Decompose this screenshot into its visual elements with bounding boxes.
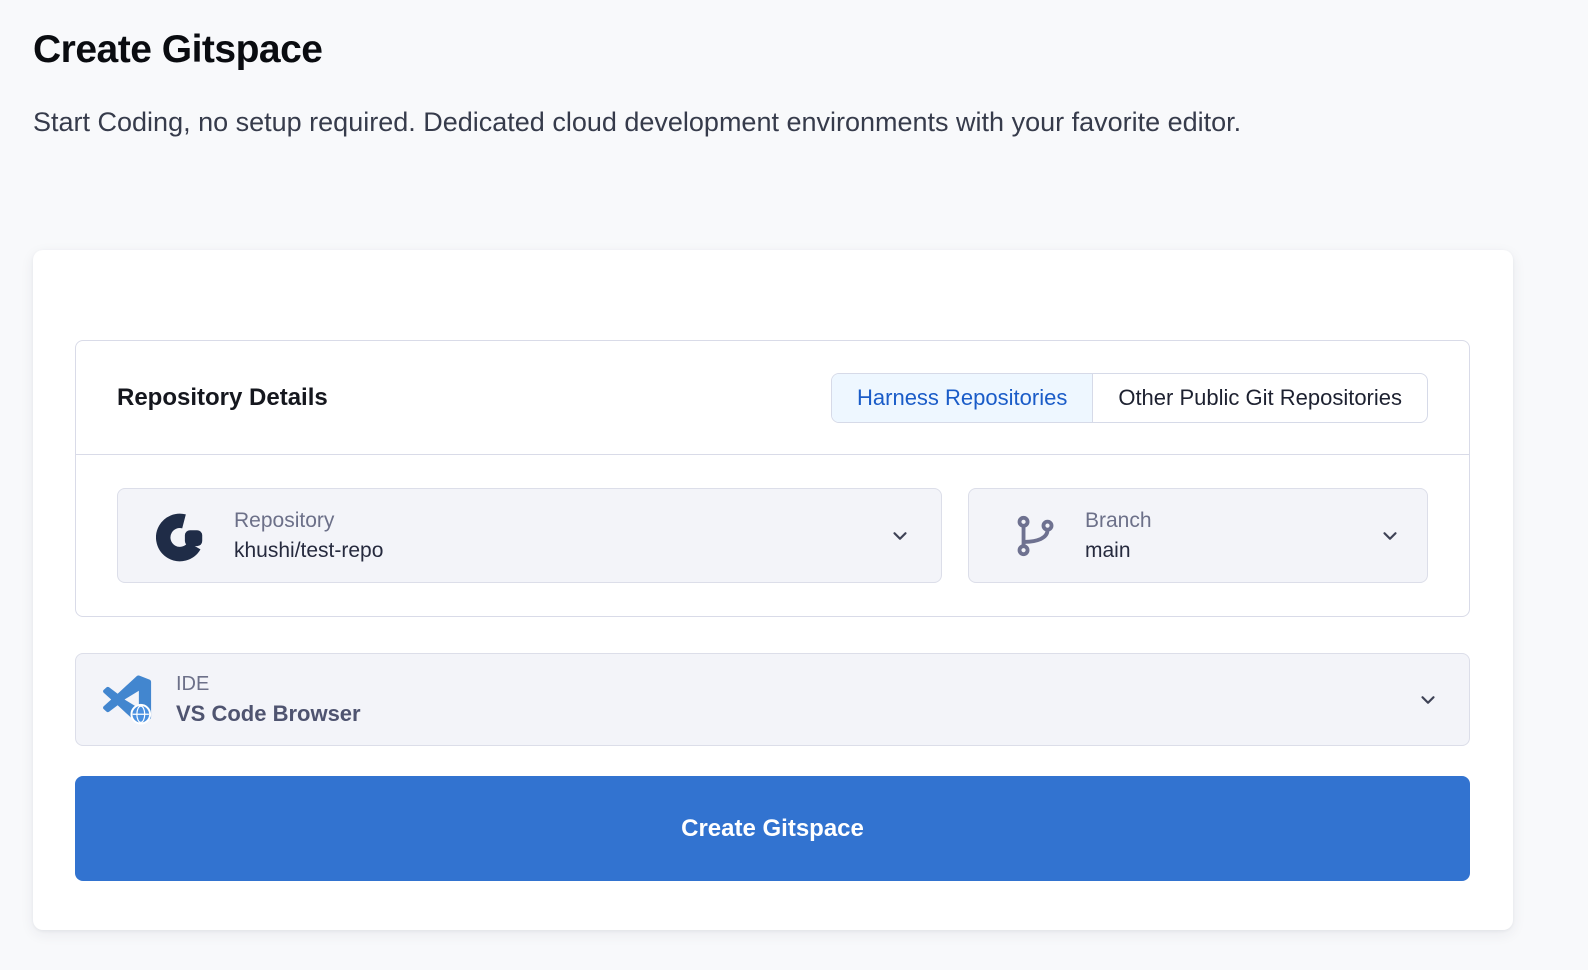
tab-other-public-git-repositories[interactable]: Other Public Git Repositories (1092, 374, 1427, 422)
repository-details-section: Repository Details Harness Repositories … (75, 340, 1470, 617)
branch-select[interactable]: Branch main (968, 488, 1428, 583)
repository-label: Repository (234, 509, 383, 533)
ide-label: IDE (176, 673, 361, 696)
repository-select[interactable]: Repository khushi/test-repo (117, 488, 942, 583)
ide-select[interactable]: IDE VS Code Browser (75, 653, 1470, 746)
chevron-down-icon (1417, 689, 1439, 711)
repository-details-body: Repository khushi/test-repo (76, 455, 1469, 616)
repository-value: khushi/test-repo (234, 539, 383, 563)
repository-details-heading: Repository Details (117, 384, 328, 412)
vscode-browser-icon (102, 673, 156, 727)
repo-source-toggle: Harness Repositories Other Public Git Re… (831, 373, 1428, 423)
harness-repo-icon (156, 510, 208, 562)
page-subtitle: Start Coding, no setup required. Dedicat… (33, 103, 1478, 141)
branch-field-text: Branch main (1085, 509, 1152, 563)
chevron-down-icon (889, 525, 911, 547)
branch-label: Branch (1085, 509, 1152, 533)
ide-field-text: IDE VS Code Browser (176, 673, 361, 727)
create-gitspace-page: Create Gitspace Start Coding, no setup r… (0, 0, 1588, 970)
git-branch-icon (1013, 513, 1059, 559)
repository-field-text: Repository khushi/test-repo (234, 509, 383, 563)
tab-harness-repositories[interactable]: Harness Repositories (832, 374, 1092, 422)
ide-value: VS Code Browser (176, 701, 361, 727)
chevron-down-icon (1379, 525, 1401, 547)
repository-details-header: Repository Details Harness Repositories … (76, 341, 1469, 455)
create-gitspace-button[interactable]: Create Gitspace (75, 776, 1470, 881)
page-title: Create Gitspace (33, 28, 322, 72)
branch-value: main (1085, 539, 1152, 563)
gitspace-form-card: Repository Details Harness Repositories … (33, 250, 1513, 930)
